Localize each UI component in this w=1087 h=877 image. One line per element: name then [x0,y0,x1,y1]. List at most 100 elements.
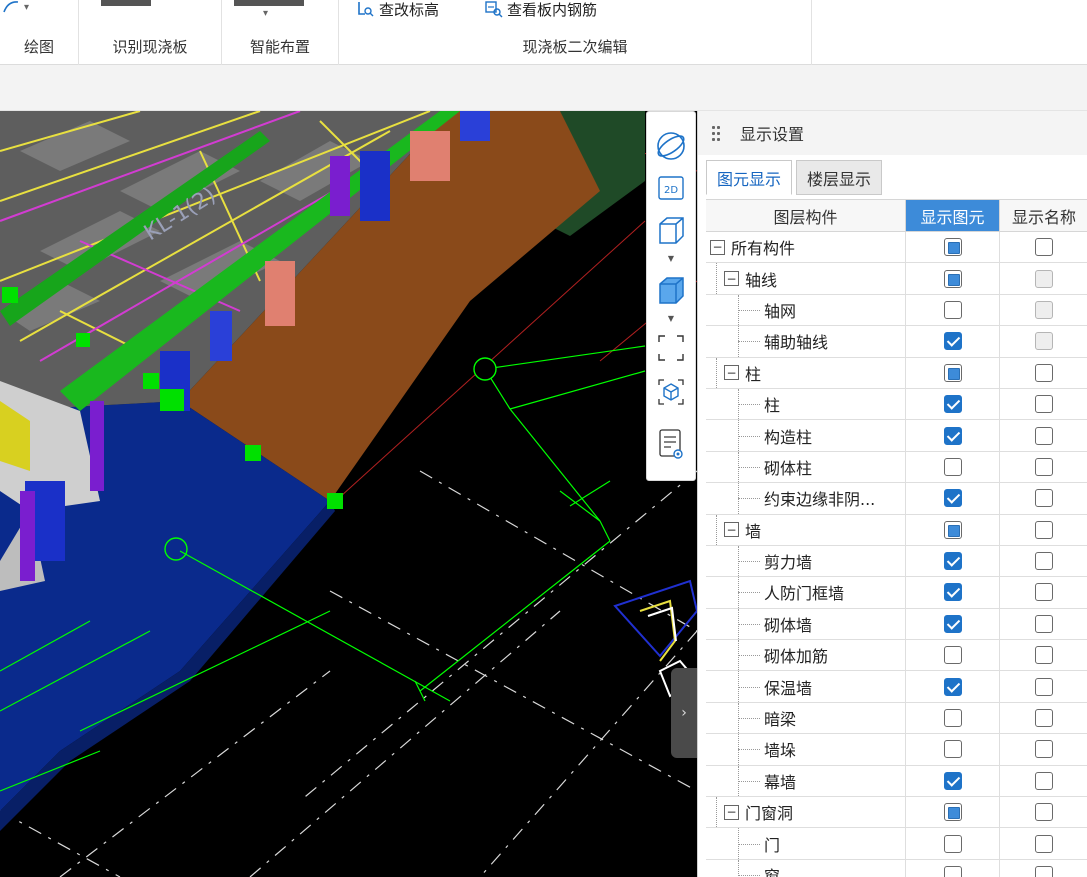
layer-label: 门窗洞 [745,804,794,824]
layer-row[interactable]: − 轴线 [706,263,1087,295]
column-header-layer[interactable]: 图层构件 [706,200,906,231]
drag-grip-icon[interactable] [712,125,720,141]
chevron-down-icon[interactable]: ▾ [263,8,268,19]
view-rebar-button[interactable]: 查看板内钢筋 [485,0,597,20]
wireframe-view-button[interactable] [647,214,695,250]
show-element-checkbox[interactable] [943,489,962,508]
layer-row[interactable]: 砌体墙 [706,608,1087,641]
fit-view-button[interactable] [647,332,695,368]
3d-viewport[interactable]: KL-1(2) [0,111,697,877]
show-element-checkbox[interactable] [943,614,962,633]
show-name-checkbox[interactable] [1035,583,1053,602]
show-element-checkbox[interactable] [943,709,962,728]
solid-view-button[interactable] [647,274,695,310]
tab-floor-display[interactable]: 楼层显示 [796,160,883,195]
column-header-show-name[interactable]: 显示名称 [1000,200,1087,231]
show-name-checkbox[interactable] [1035,395,1053,414]
show-element-checkbox[interactable] [943,834,962,853]
layer-row[interactable]: 砌体加筋 [706,640,1087,672]
layer-row[interactable]: 砌体柱 [706,451,1087,484]
layer-row[interactable]: 门 [706,828,1087,860]
show-element-checkbox[interactable] [943,238,962,257]
display-settings-button[interactable] [647,426,695,466]
layer-label: 砌体加筋 [764,647,829,667]
show-name-checkbox[interactable] [1035,646,1053,665]
show-name-checkbox[interactable] [1035,677,1053,696]
show-name-checkbox[interactable] [1035,520,1053,539]
ribbon-button-stub[interactable] [234,0,304,6]
layer-row[interactable]: 暗梁 [706,702,1087,735]
show-element-checkbox[interactable] [943,363,962,382]
show-element-checkbox[interactable] [943,583,962,602]
layer-row[interactable]: 柱 [706,388,1087,421]
collapse-toggle-icon[interactable]: − [724,365,739,381]
layer-name-cell: 暗梁 [706,702,906,734]
show-element-checkbox[interactable] [943,332,962,351]
layer-name-cell: − 所有构件 [706,232,906,263]
show-name-checkbox[interactable] [1035,614,1053,633]
show-name-checkbox-cell [1000,797,1087,827]
layer-row[interactable]: 构造柱 [706,420,1087,452]
show-name-checkbox[interactable] [1035,238,1053,257]
show-name-checkbox[interactable] [1035,803,1053,822]
show-element-checkbox[interactable] [943,457,962,476]
tab-element-display[interactable]: 图元显示 [706,160,793,195]
layer-row[interactable]: 墙垛 [706,734,1087,766]
show-element-checkbox[interactable] [943,771,962,790]
layer-row[interactable]: 约束边缘非阴... [706,483,1087,515]
show-name-checkbox[interactable] [1035,300,1053,319]
show-element-checkbox[interactable] [943,269,962,288]
layer-row[interactable]: 幕墙 [706,765,1087,798]
show-name-checkbox[interactable] [1035,269,1053,288]
3d-select-button[interactable] [647,376,695,412]
layer-row[interactable]: 辅助轴线 [706,326,1087,358]
show-element-checkbox[interactable] [943,426,962,445]
show-name-checkbox[interactable] [1035,740,1053,759]
layer-row[interactable]: 保温墙 [706,671,1087,703]
layer-row[interactable]: 窗 [706,859,1087,877]
column-header-show-element[interactable]: 显示图元 [906,200,1000,231]
show-name-checkbox[interactable] [1035,332,1053,351]
check-elevation-button[interactable]: 查改标高 [357,0,439,20]
layer-row[interactable]: 人防门框墙 [706,577,1087,609]
show-element-checkbox[interactable] [943,520,962,539]
layer-row[interactable]: − 门窗洞 [706,797,1087,829]
app-window: ▾ 绘图 识别现浇板 ▾ 智能布置 查改标高 查看板内钢筋 现浇板二次编辑 KL… [0,0,1087,877]
collapse-toggle-icon[interactable]: − [724,804,739,820]
collapse-toggle-icon[interactable]: − [724,271,739,287]
show-element-checkbox[interactable] [943,300,962,319]
draw-tool-button[interactable]: ▾ [2,0,29,18]
orbit-button[interactable] [647,130,695,166]
show-element-checkbox[interactable] [943,866,962,877]
show-element-checkbox[interactable] [943,740,962,759]
chevron-down-icon[interactable]: ▼ [647,254,695,263]
2d-view-button[interactable]: 2D [647,172,695,208]
show-element-checkbox[interactable] [943,677,962,696]
show-name-checkbox[interactable] [1035,771,1053,790]
show-name-checkbox[interactable] [1035,709,1053,728]
layer-label: 窗 [764,867,781,877]
chevron-down-icon[interactable]: ▼ [647,314,695,323]
layer-row[interactable]: 剪力墙 [706,545,1087,578]
ribbon-button-stub[interactable] [101,0,151,6]
layer-row[interactable]: 轴网 [706,294,1087,327]
show-element-checkbox[interactable] [943,395,962,414]
collapse-toggle-icon[interactable]: − [710,239,725,255]
layer-row[interactable]: − 所有构件 [706,232,1087,264]
show-element-checkbox[interactable] [943,552,962,571]
layer-row[interactable]: − 柱 [706,357,1087,389]
show-name-checkbox[interactable] [1035,834,1053,853]
show-element-checkbox[interactable] [943,646,962,665]
show-name-checkbox[interactable] [1035,489,1053,508]
show-name-checkbox[interactable] [1035,426,1053,445]
layer-label: 柱 [745,364,762,384]
show-element-checkbox[interactable] [943,803,962,822]
show-name-checkbox[interactable] [1035,866,1053,877]
show-name-checkbox[interactable] [1035,552,1053,571]
collapse-toggle-icon[interactable]: − [724,522,739,538]
show-name-checkbox[interactable] [1035,363,1053,382]
layer-row[interactable]: − 墙 [706,514,1087,546]
show-element-checkbox-cell [906,357,1000,388]
show-name-checkbox[interactable] [1035,457,1053,476]
panel-collapse-handle[interactable]: › [671,668,697,758]
